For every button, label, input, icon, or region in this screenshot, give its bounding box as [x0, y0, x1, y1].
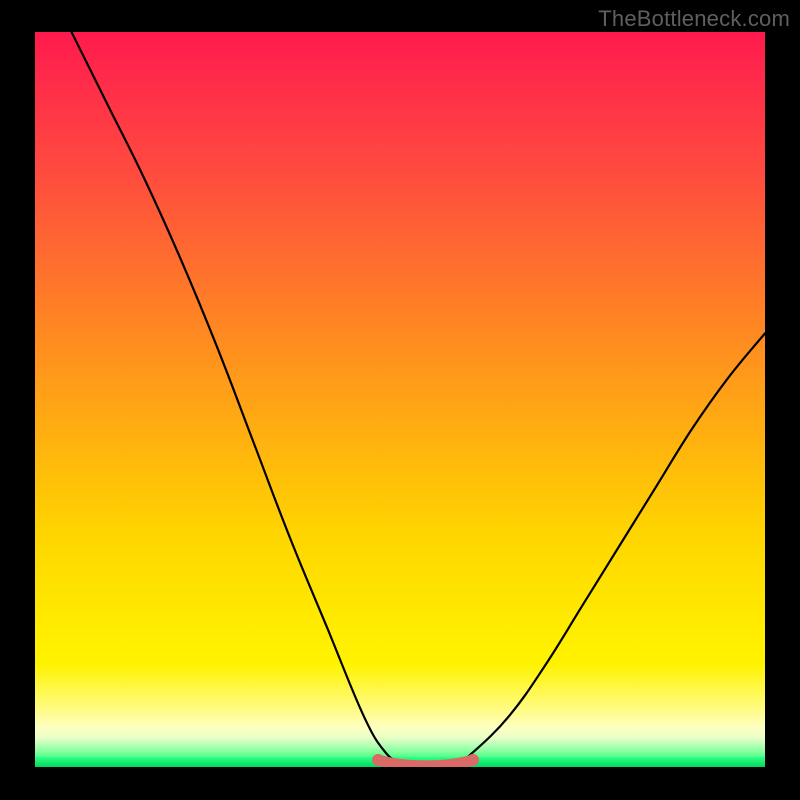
bottleneck-curve	[72, 32, 766, 764]
optimal-zone-marker	[378, 760, 473, 766]
watermark-text: TheBottleneck.com	[598, 6, 790, 32]
optimal-zone-start-dot	[372, 754, 384, 766]
plot-area	[35, 32, 765, 767]
optimal-zone-end-dot	[467, 754, 479, 766]
curve-layer	[35, 32, 765, 767]
chart-frame: TheBottleneck.com	[0, 0, 800, 800]
